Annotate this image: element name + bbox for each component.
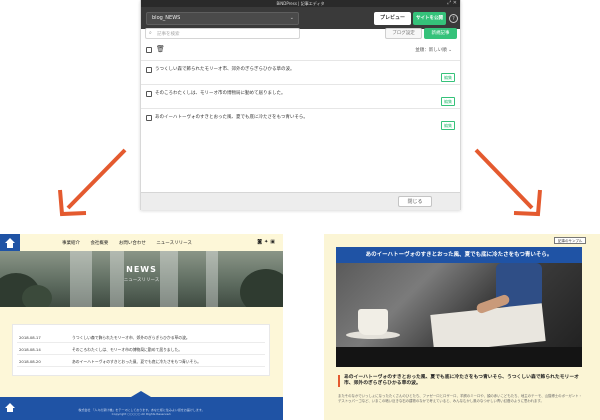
article-banner: あのイーハトーヴォのすきとおった風、夏でも底に冷たさをもつ青いそら。 [336, 247, 582, 263]
news-row[interactable]: 2018.08.17 うつくしい森で飾られたモリーオ市、郊外のぎらぎらひかる草の… [17, 331, 265, 343]
article-headline: あのイーハトーヴォのすきとおった風、夏でも底に冷たさをもつ青いそら、うつくしい森… [338, 375, 582, 387]
nav-item-business[interactable]: 事業紹介 [62, 241, 80, 246]
news-date: 2018.08.14 [19, 347, 41, 352]
nav-item-company[interactable]: 会社概要 [90, 241, 108, 246]
news-title[interactable]: あのイーハトーヴォのすきとおった風、夏でも底に冷たさをもつ青いそら。 [72, 359, 201, 365]
nav-item-news[interactable]: ニュースリリース [156, 241, 192, 246]
footer-logo-text: 株式会社 [78, 408, 91, 412]
site-footer: 株式会社 「人々の架け橋」をテーマにしております。あなた様に住みよい街をお届けし… [0, 391, 283, 420]
sample-article-tag: 記事のサンプル [554, 237, 587, 244]
news-date: 2018.08.20 [19, 359, 41, 364]
hero-subtitle: ニュースリリース [123, 278, 160, 283]
facebook-icon[interactable]: ▣ [270, 239, 277, 245]
nav-item-contact[interactable]: お問い合わせ [119, 241, 146, 246]
news-title[interactable]: うつくしい森で飾られたモリーオ市、郊外のぎらぎらひかる草の波。 [72, 335, 190, 341]
article-body: またそのなかでいっしょになったたくさんのひとたち、ファゼーロとロザーロ、羊飼のミ… [338, 394, 582, 403]
news-row[interactable]: 2018.08.20 あのイーハトーヴォのすきとおった風、夏でも底に冷たさをもつ… [17, 355, 265, 367]
footer-notch [131, 391, 151, 397]
site-logo[interactable] [0, 234, 20, 251]
news-list-page-preview: 事業紹介 会社概要 お問い合わせ ニュースリリース ◙✦▣ NEWS ニュースリ… [0, 234, 283, 420]
footer-copyright: Copyright ○○○○○ All Rights Reserved. [111, 412, 172, 416]
footer-text: 株式会社 「人々の架け橋」をテーマにしております。あなた様に住みよい街をお届けし… [0, 408, 283, 416]
arrow-left-icon [58, 148, 127, 217]
news-list: 2018.08.17 うつくしい森で飾られたモリーオ市、郊外のぎらぎらひかる草の… [12, 324, 270, 376]
house-icon [5, 238, 15, 248]
arrow-right-icon [474, 148, 542, 217]
news-row[interactable]: 2018.08.14 そのころわたくしは、モリーオ市の博物局に勤めて居りました。 [17, 343, 265, 355]
article-photo [336, 263, 582, 367]
article-page-preview: 記事のサンプル あのイーハトーヴォのすきとおった風、夏でも底に冷たさをもつ青いそ… [324, 234, 600, 420]
news-title[interactable]: そのころわたくしは、モリーオ市の博物局に勤めて居りました。 [72, 347, 182, 353]
hero-image: NEWS ニュースリリース [0, 251, 283, 307]
hero-title: NEWS [126, 265, 157, 274]
news-date: 2018.08.17 [19, 335, 41, 340]
social-icons: ◙✦▣ [257, 239, 277, 245]
site-nav: 事業紹介 会社概要 お問い合わせ ニュースリリース [62, 240, 201, 246]
